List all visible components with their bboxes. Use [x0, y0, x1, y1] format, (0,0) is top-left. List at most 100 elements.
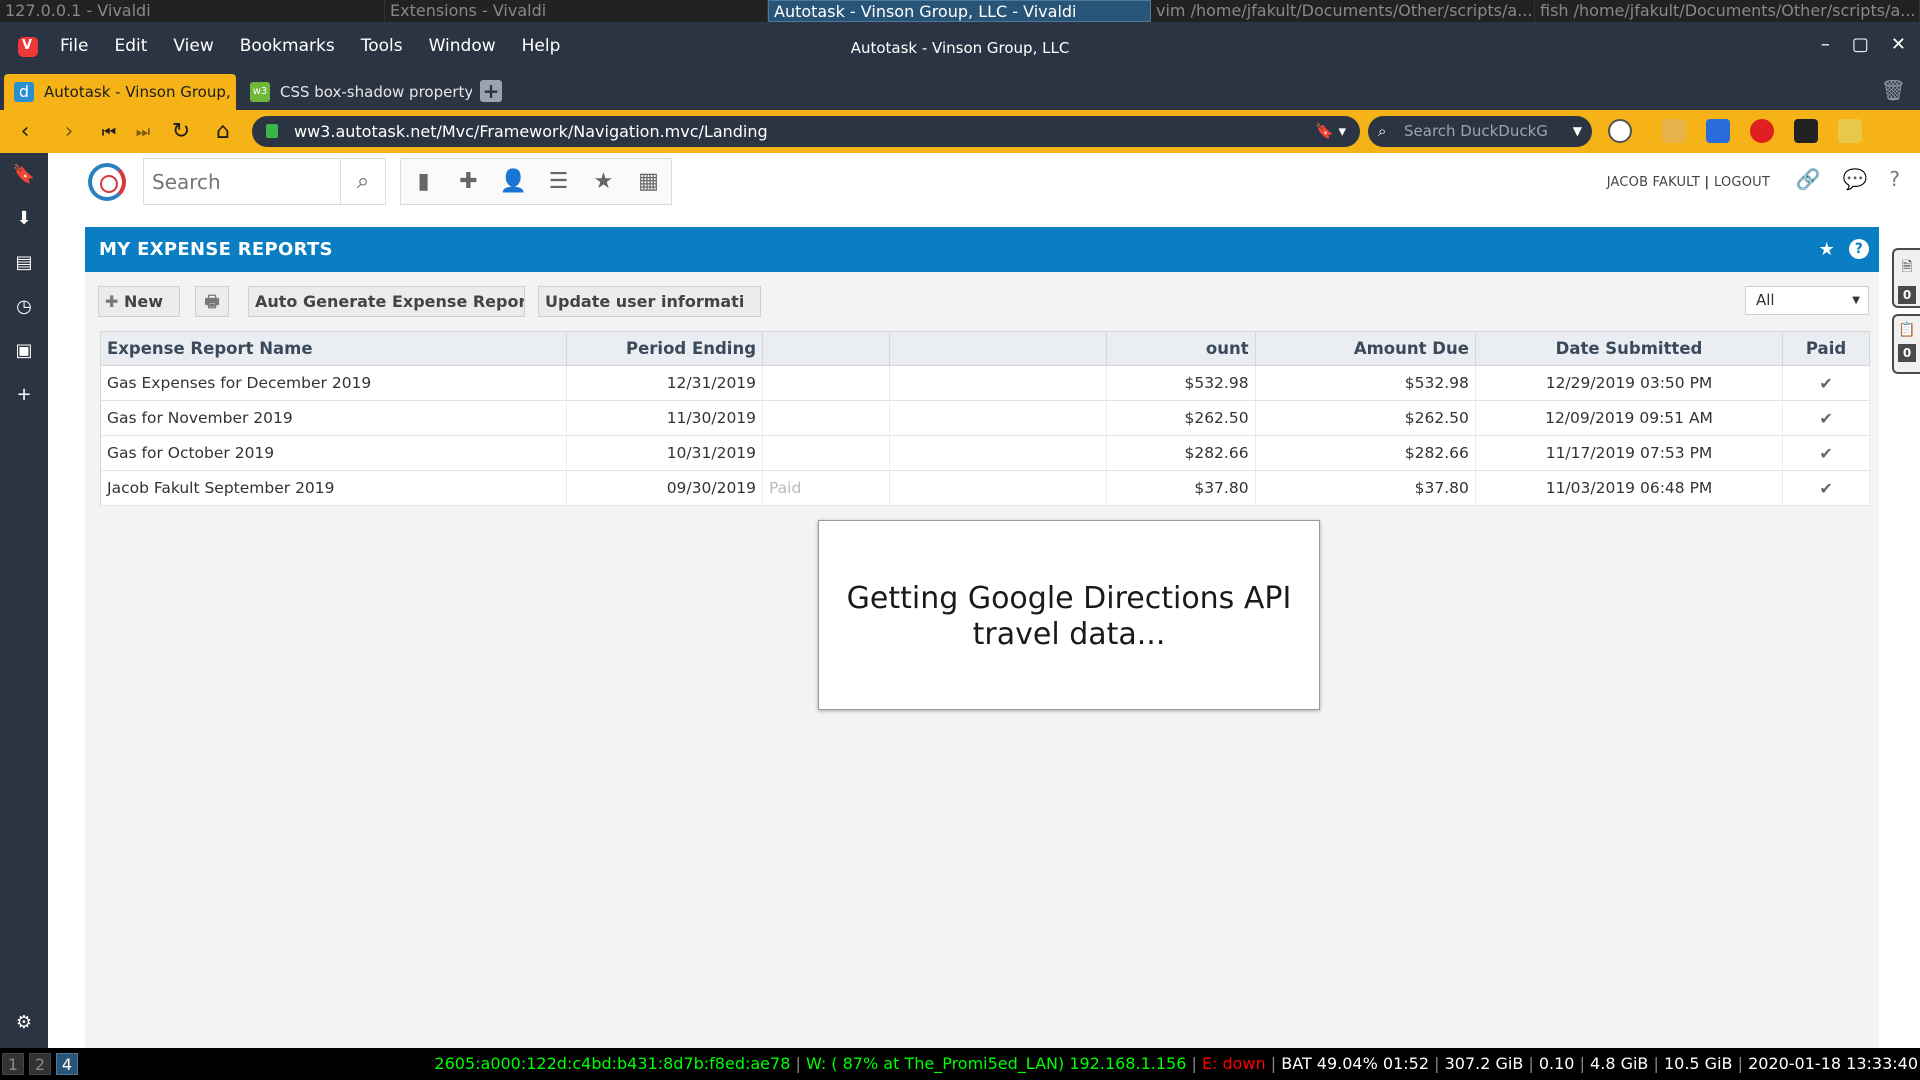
home-icon[interactable]: ⌂ — [210, 119, 236, 145]
extension-glasses-icon[interactable] — [1794, 119, 1818, 143]
document-icon: 🗎 — [1901, 259, 1913, 275]
autotask-search-input[interactable] — [144, 159, 339, 204]
timesheet-icon[interactable]: ☰ — [536, 159, 581, 204]
menu-view[interactable]: View — [173, 36, 213, 56]
favorite-star-icon[interactable]: ★ — [1819, 227, 1835, 272]
analytics-icon[interactable]: ▮ — [401, 159, 446, 204]
extension-flag-icon[interactable] — [1838, 119, 1862, 143]
tab-autotask[interactable]: d Autotask - Vinson Group, L — [4, 74, 236, 110]
fast-forward-icon[interactable]: ⏭ — [130, 119, 156, 145]
chevron-down-icon[interactable]: ▼ — [1573, 116, 1582, 147]
vivaldi-logo-icon[interactable] — [18, 37, 38, 57]
wm-window-tab[interactable]: 127.0.0.1 - Vivaldi — [0, 0, 385, 22]
favorites-star-icon[interactable]: ★ — [581, 159, 626, 204]
new-tab-button[interactable]: + — [480, 80, 502, 102]
column-header-period-ending[interactable]: Period Ending — [566, 331, 764, 366]
auto-generate-expense-report-button[interactable]: Auto Generate Expense Report — [248, 286, 525, 317]
column-header-hidden[interactable] — [889, 331, 1108, 366]
settings-gear-icon[interactable]: ⚙ — [12, 1011, 36, 1035]
workspace-button-focused[interactable]: 4 — [56, 1053, 78, 1075]
help-icon[interactable]: ? — [1849, 239, 1869, 259]
wm-window-tab-active[interactable]: Autotask - Vinson Group, LLC - Vivaldi — [768, 0, 1151, 22]
cell-amount-due: $37.80 — [1255, 470, 1476, 506]
cell-empty — [889, 435, 1108, 471]
rewind-icon[interactable]: ⏮ — [96, 119, 122, 145]
maximize-icon[interactable]: ▢ — [1852, 34, 1869, 55]
column-header-date-submitted[interactable]: Date Submitted — [1474, 331, 1784, 366]
table-row[interactable]: Gas for November 2019 11/30/2019 $262.50… — [100, 400, 1870, 436]
cell-name[interactable]: Jacob Fakult September 2019 — [100, 470, 568, 506]
extension-shield-icon[interactable] — [1706, 119, 1730, 143]
reload-icon[interactable]: ↻ — [168, 119, 194, 145]
search-icon[interactable]: ⌕ — [340, 159, 385, 204]
cell-name[interactable]: Gas for October 2019 — [100, 435, 568, 471]
workspace-button[interactable]: 2 — [29, 1053, 51, 1075]
extension-ublock-icon[interactable] — [1750, 119, 1774, 143]
column-header-amount-due[interactable]: Amount Due — [1254, 331, 1476, 366]
url-field[interactable]: ww3.autotask.net/Mvc/Framework/Navigatio… — [252, 116, 1360, 147]
cell-period: 10/31/2019 — [566, 435, 764, 471]
url-text: ww3.autotask.net/Mvc/Framework/Navigatio… — [294, 122, 768, 141]
status-filter-select[interactable]: All ▼ — [1745, 286, 1869, 315]
contact-icon[interactable]: 👤 — [491, 159, 536, 204]
search-engine-field[interactable]: ⌕ Search DuckDuckG ▼ — [1368, 116, 1592, 147]
help-icon[interactable]: ? — [1889, 167, 1900, 191]
column-header-paid[interactable]: Paid — [1782, 331, 1870, 366]
workspace-button[interactable]: 1 — [2, 1053, 24, 1075]
table-row[interactable]: Jacob Fakult September 2019 09/30/2019 P… — [100, 470, 1870, 506]
menu-edit[interactable]: Edit — [114, 36, 147, 56]
documents-widget[interactable]: 🗎 0 — [1892, 248, 1920, 308]
chat-icon[interactable]: 💬 — [1842, 167, 1867, 191]
wm-window-tab[interactable]: vim /home/jfakult/Documents/Other/script… — [1151, 0, 1535, 22]
print-button[interactable]: 🖶 — [195, 286, 229, 317]
cell-status — [762, 365, 891, 401]
trash-icon[interactable]: 🗑 — [1881, 78, 1906, 102]
cell-empty — [889, 470, 1108, 506]
calendar-icon[interactable]: ▦ — [626, 159, 671, 204]
column-header-status[interactable] — [762, 331, 891, 366]
menu-window[interactable]: Window — [429, 36, 496, 56]
history-panel-icon[interactable]: ◷ — [12, 295, 36, 319]
minimize-icon[interactable]: – — [1821, 34, 1830, 55]
forward-icon[interactable]: › — [56, 119, 82, 145]
add-web-panel-icon[interactable]: + — [12, 383, 36, 407]
menu-file[interactable]: File — [60, 36, 88, 56]
tab-css-box-shadow[interactable]: w3 CSS box-shadow property — [240, 74, 472, 110]
update-user-information-button[interactable]: Update user informati — [538, 286, 761, 317]
wm-window-tab[interactable]: fish /home/jfakult/Documents/Other/scrip… — [1535, 0, 1920, 22]
bookmark-icon[interactable]: 🔖 ▾ — [1315, 116, 1346, 147]
cell-amount-due: $282.66 — [1255, 435, 1476, 471]
extension-tampermonkey-icon[interactable] — [1662, 119, 1686, 143]
status-info: 2605:a000:122d:c4bd:b431:8d7b:f8ed:ae78 … — [434, 1054, 1918, 1073]
user-name[interactable]: JACOB FAKULT — [1607, 175, 1700, 190]
back-icon[interactable]: ‹ — [12, 119, 38, 145]
menu-tools[interactable]: Tools — [361, 36, 403, 56]
clipboard-widget[interactable]: 📋 0 — [1892, 314, 1920, 374]
cell-name[interactable]: Gas Expenses for December 2019 — [100, 365, 568, 401]
profile-avatar-icon[interactable] — [1608, 119, 1632, 143]
logout-link[interactable]: LOGOUT — [1714, 175, 1770, 190]
column-header-name[interactable]: Expense Report Name — [99, 331, 568, 366]
window-panel-icon[interactable]: ▣ — [12, 339, 36, 363]
cell-period: 12/31/2019 — [566, 365, 764, 401]
window-manager-titlebar: 127.0.0.1 - Vivaldi Extensions - Vivaldi… — [0, 0, 1920, 22]
clock: 2020-01-18 13:33:40 — [1748, 1054, 1918, 1073]
add-icon[interactable]: ✚ — [446, 159, 491, 204]
close-icon[interactable]: ✕ — [1891, 34, 1906, 55]
bookmarks-panel-icon[interactable]: 🔖 — [12, 163, 36, 187]
menu-bookmarks[interactable]: Bookmarks — [240, 36, 335, 56]
cell-period: 09/30/2019 — [566, 470, 764, 506]
cell-name[interactable]: Gas for November 2019 — [100, 400, 568, 436]
link-icon[interactable]: 🔗 — [1796, 167, 1821, 191]
menu-help[interactable]: Help — [522, 36, 561, 56]
cell-date-submitted: 11/17/2019 07:53 PM — [1475, 435, 1784, 471]
downloads-panel-icon[interactable]: ⬇ — [12, 207, 36, 231]
notes-panel-icon[interactable]: ▤ — [12, 251, 36, 275]
column-header-amount[interactable]: ount — [1106, 331, 1256, 366]
table-row[interactable]: Gas for October 2019 10/31/2019 $282.66 … — [100, 435, 1870, 471]
memory-used: 4.8 GiB — [1590, 1054, 1649, 1073]
autotask-logo[interactable] — [88, 163, 126, 201]
wm-window-tab[interactable]: Extensions - Vivaldi — [385, 0, 768, 22]
new-button[interactable]: ✚ New — [98, 286, 180, 317]
table-row[interactable]: Gas Expenses for December 2019 12/31/201… — [100, 365, 1870, 401]
